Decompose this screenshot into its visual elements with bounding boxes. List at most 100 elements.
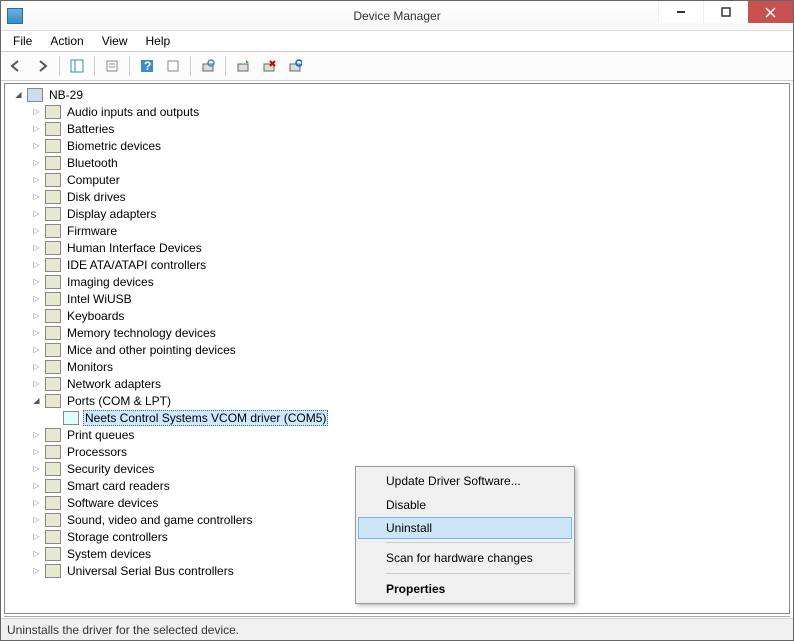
tree-row[interactable]: Ports (COM & LPT) — [5, 392, 789, 409]
device-icon — [45, 428, 61, 442]
device-icon — [45, 122, 61, 136]
expand-icon[interactable] — [31, 378, 42, 389]
menu-view[interactable]: View — [94, 32, 136, 50]
expand-icon[interactable] — [31, 106, 42, 117]
tree-row[interactable]: Disk drives — [5, 188, 789, 205]
close-button[interactable] — [748, 1, 793, 23]
device-icon — [45, 275, 61, 289]
uninstall-toolbar-button[interactable] — [258, 55, 280, 77]
expand-icon[interactable] — [31, 310, 42, 321]
tree-label: Print queues — [65, 428, 136, 442]
tree-row[interactable]: Biometric devices — [5, 137, 789, 154]
back-button[interactable] — [5, 55, 27, 77]
tree-row[interactable]: Bluetooth — [5, 154, 789, 171]
status-text: Uninstalls the driver for the selected d… — [7, 623, 239, 637]
expand-icon[interactable] — [31, 429, 42, 440]
device-icon — [45, 190, 61, 204]
collapse-icon[interactable] — [13, 89, 24, 100]
tree-row[interactable]: Network adapters — [5, 375, 789, 392]
expand-icon[interactable] — [31, 174, 42, 185]
expand-icon[interactable] — [31, 225, 42, 236]
context-menu-separator — [386, 573, 570, 574]
tree-row[interactable]: Computer — [5, 171, 789, 188]
scan-hardware-button[interactable] — [197, 55, 219, 77]
tree-label: Biometric devices — [65, 139, 163, 153]
tree-row[interactable]: Neets Control Systems VCOM driver (COM5) — [5, 409, 789, 426]
svg-text:?: ? — [144, 59, 151, 73]
device-icon — [45, 377, 61, 391]
forward-button[interactable] — [31, 55, 53, 77]
tree-row[interactable]: Memory technology devices — [5, 324, 789, 341]
expand-icon[interactable] — [31, 259, 42, 270]
expand-icon[interactable] — [31, 514, 42, 525]
disable-toolbar-button[interactable] — [284, 55, 306, 77]
action-toolbar-button[interactable] — [162, 55, 184, 77]
expand-icon[interactable] — [31, 565, 42, 576]
device-icon — [45, 343, 61, 357]
expand-icon[interactable] — [31, 531, 42, 542]
expand-icon[interactable] — [31, 140, 42, 151]
expand-icon[interactable] — [31, 327, 42, 338]
tree-row[interactable]: Human Interface Devices — [5, 239, 789, 256]
properties-toolbar-button[interactable] — [101, 55, 123, 77]
expand-icon[interactable] — [31, 361, 42, 372]
expand-icon[interactable] — [31, 191, 42, 202]
app-icon — [7, 8, 23, 24]
expand-icon[interactable] — [31, 276, 42, 287]
tree-label: Ports (COM & LPT) — [65, 394, 173, 408]
context-menu-separator — [386, 542, 570, 543]
tree-row[interactable]: Monitors — [5, 358, 789, 375]
tree-row[interactable]: Audio inputs and outputs — [5, 103, 789, 120]
show-hide-tree-button[interactable] — [66, 55, 88, 77]
expand-icon[interactable] — [31, 480, 42, 491]
device-icon — [45, 173, 61, 187]
expand-icon[interactable] — [31, 157, 42, 168]
device-icon — [45, 360, 61, 374]
tree-row[interactable]: Intel WiUSB — [5, 290, 789, 307]
menubar: File Action View Help — [1, 31, 793, 51]
expand-icon[interactable] — [31, 446, 42, 457]
tree-row[interactable]: IDE ATA/ATAPI controllers — [5, 256, 789, 273]
collapse-icon[interactable] — [31, 395, 42, 406]
tree-row[interactable]: Mice and other pointing devices — [5, 341, 789, 358]
expand-icon[interactable] — [31, 548, 42, 559]
update-driver-toolbar-button[interactable] — [232, 55, 254, 77]
tree-row[interactable]: Processors — [5, 443, 789, 460]
context-menu-item[interactable]: Properties — [358, 577, 572, 601]
tree-row[interactable]: Batteries — [5, 120, 789, 137]
toolbar-separator — [225, 56, 226, 76]
expand-icon[interactable] — [31, 208, 42, 219]
context-menu-item[interactable]: Disable — [358, 493, 572, 517]
device-icon — [45, 513, 61, 527]
expand-icon[interactable] — [31, 242, 42, 253]
context-menu-item[interactable]: Update Driver Software... — [358, 469, 572, 493]
tree-label: Sound, video and game controllers — [65, 513, 254, 527]
tree-row[interactable]: Firmware — [5, 222, 789, 239]
expand-icon[interactable] — [31, 463, 42, 474]
tree-label: Computer — [65, 173, 122, 187]
tree-label: Monitors — [65, 360, 115, 374]
expand-icon[interactable] — [31, 344, 42, 355]
context-menu-item[interactable]: Uninstall — [358, 517, 572, 539]
menu-help[interactable]: Help — [138, 32, 179, 50]
window-title: Device Manager — [353, 9, 440, 23]
device-icon — [45, 224, 61, 238]
expand-icon[interactable] — [31, 123, 42, 134]
expand-icon[interactable] — [31, 293, 42, 304]
menu-action[interactable]: Action — [42, 32, 91, 50]
tree-row[interactable]: Keyboards — [5, 307, 789, 324]
tree-row[interactable]: Print queues — [5, 426, 789, 443]
menu-file[interactable]: File — [5, 32, 40, 50]
maximize-button[interactable] — [703, 1, 748, 23]
device-icon — [45, 462, 61, 476]
tree-label: Security devices — [65, 462, 156, 476]
tree-row[interactable]: Imaging devices — [5, 273, 789, 290]
expand-icon[interactable] — [31, 497, 42, 508]
tree-row[interactable]: NB-29 — [5, 86, 789, 103]
help-toolbar-button[interactable]: ? — [136, 55, 158, 77]
tree-label: Software devices — [65, 496, 160, 510]
tree-row[interactable]: Display adapters — [5, 205, 789, 222]
tree-label: Imaging devices — [65, 275, 156, 289]
context-menu-item[interactable]: Scan for hardware changes — [358, 546, 572, 570]
minimize-button[interactable] — [658, 1, 703, 23]
